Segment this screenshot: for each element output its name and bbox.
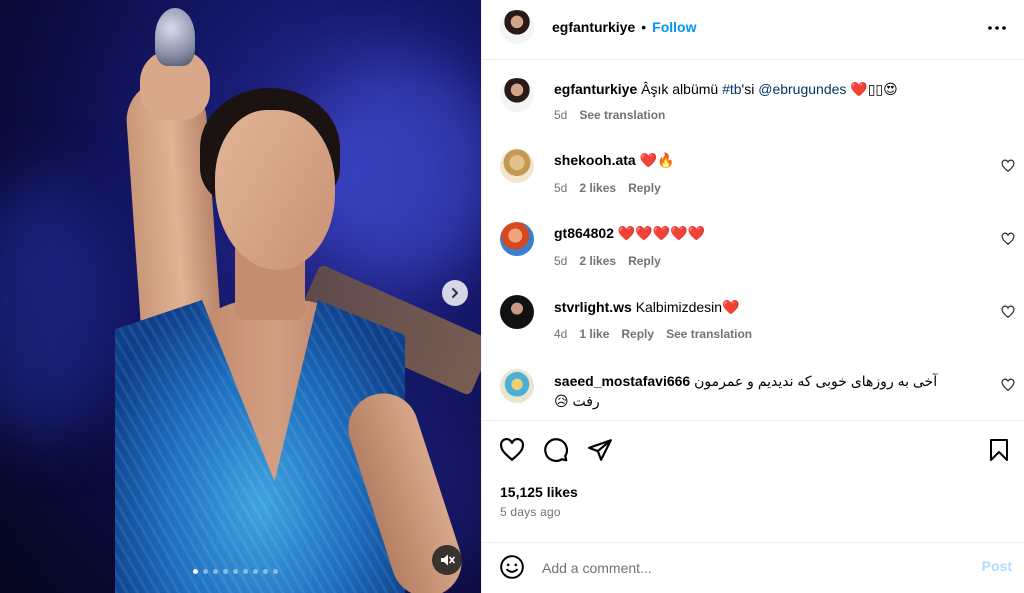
carousel-dot — [223, 569, 228, 574]
post-caption: egfanturkiye Âşık albümü #tb'si @ebrugun… — [482, 72, 1024, 132]
comment-likes[interactable]: 1 like — [579, 327, 609, 341]
share-icon[interactable] — [587, 437, 613, 463]
speaker-muted-icon — [441, 554, 455, 566]
post-header: egfanturkiye • Follow — [482, 0, 1024, 60]
caption-emoji: ❤️▯▯😍 — [850, 81, 898, 97]
caption-username[interactable]: egfanturkiye — [554, 81, 637, 97]
mention-link[interactable]: @ebrugundes — [758, 81, 846, 97]
post-comment-button[interactable]: Post — [982, 558, 1012, 574]
hashtag-link[interactable]: #tb — [722, 81, 741, 97]
heart-icon[interactable] — [1001, 305, 1015, 319]
comment-item: stvrlight.ws Kalbimizdesin❤️ 4d 1 like R… — [482, 292, 1024, 352]
carousel-next-button[interactable] — [442, 280, 468, 306]
heart-icon[interactable] — [499, 437, 525, 463]
carousel-dot — [243, 569, 248, 574]
avatar[interactable] — [500, 369, 534, 403]
comment-body: ❤️🔥 — [639, 152, 675, 168]
bookmark-icon[interactable] — [987, 437, 1011, 463]
emoji-icon[interactable] — [499, 554, 525, 580]
heart-icon[interactable] — [1001, 378, 1015, 392]
carousel-dot — [253, 569, 258, 574]
reply-button[interactable]: Reply — [628, 181, 661, 195]
comment-time[interactable]: 5d — [554, 254, 567, 268]
comment-meta: 5d 2 likes Reply — [554, 181, 661, 195]
comment-body: ❤️❤️❤️❤️❤️ — [617, 225, 705, 241]
heart-icon[interactable] — [1001, 159, 1015, 173]
comment-item: shekooh.ata ❤️🔥 5d 2 likes Reply — [482, 145, 1024, 205]
comment-likes[interactable]: 2 likes — [579, 181, 616, 195]
carousel-dot — [193, 569, 198, 574]
mute-toggle-button[interactable] — [432, 545, 462, 575]
avatar[interactable] — [500, 149, 534, 183]
caption-meta: 5d See translation — [554, 108, 665, 122]
avatar[interactable] — [500, 222, 534, 256]
comment-item: saeed_mostafavi666 آخی به روزهای خوبی که… — [482, 365, 1024, 420]
post-actions: 15,125 likes 5 days ago — [482, 420, 1024, 542]
comment-input[interactable] — [542, 557, 942, 579]
add-comment-bar: Post — [482, 542, 1024, 593]
avatar[interactable] — [500, 10, 534, 44]
microphone — [155, 8, 195, 66]
comment-text: gt864802 ❤️❤️❤️❤️❤️ — [554, 224, 974, 242]
see-translation-link[interactable]: See translation — [579, 108, 665, 122]
comment-username[interactable]: saeed_mostafavi666 — [554, 373, 690, 389]
caption-body-mid: 'si — [741, 81, 759, 97]
caption-body: Âşık albümü — [641, 81, 723, 97]
caption-text: egfanturkiye Âşık albümü #tb'si @ebrugun… — [554, 80, 974, 98]
comment-time[interactable]: 5d — [554, 181, 567, 195]
likes-count[interactable]: 15,125 likes — [500, 484, 578, 500]
comment-likes[interactable]: 2 likes — [579, 254, 616, 268]
owner-username[interactable]: egfanturkiye — [552, 19, 635, 35]
carousel-dot — [213, 569, 218, 574]
separator-dot: • — [641, 19, 647, 35]
carousel-dot — [203, 569, 208, 574]
singer-face — [215, 110, 335, 270]
see-translation-link[interactable]: See translation — [666, 327, 752, 341]
comment-meta: 5d 2 likes Reply — [554, 254, 661, 268]
comment-item: gt864802 ❤️❤️❤️❤️❤️ 5d 2 likes Reply — [482, 218, 1024, 278]
chevron-right-icon — [452, 288, 458, 298]
reply-button[interactable]: Reply — [628, 254, 661, 268]
avatar[interactable] — [500, 295, 534, 329]
more-options-icon[interactable] — [987, 18, 1007, 38]
comment-meta: 4d 1 like Reply See translation — [554, 327, 752, 341]
reply-button[interactable]: Reply — [621, 327, 654, 341]
carousel-dot — [273, 569, 278, 574]
stage-light — [0, 180, 120, 440]
comment-text: stvrlight.ws Kalbimizdesin❤️ — [554, 298, 974, 316]
comment-text: saeed_mostafavi666 آخی به روزهای خوبی که… — [554, 371, 964, 411]
comment-text: shekooh.ata ❤️🔥 — [554, 151, 974, 169]
post-timestamp[interactable]: 5 days ago — [500, 505, 561, 519]
comment-username[interactable]: stvrlight.ws — [554, 299, 632, 315]
comment-username[interactable]: shekooh.ata — [554, 152, 636, 168]
comment-body: Kalbimizdesin❤️ — [635, 299, 740, 315]
post-media[interactable] — [0, 0, 481, 593]
comment-username[interactable]: gt864802 — [554, 225, 614, 241]
follow-button[interactable]: Follow — [652, 19, 696, 35]
carousel-dot — [233, 569, 238, 574]
heart-icon[interactable] — [1001, 232, 1015, 246]
carousel-dot — [263, 569, 268, 574]
carousel-indicator — [193, 569, 278, 574]
post-side-panel: egfanturkiye • Follow egfanturkiye Âşık … — [481, 0, 1024, 593]
comment-time[interactable]: 4d — [554, 327, 567, 341]
avatar[interactable] — [500, 78, 534, 112]
caption-time[interactable]: 5d — [554, 108, 567, 122]
comment-icon[interactable] — [543, 437, 569, 463]
